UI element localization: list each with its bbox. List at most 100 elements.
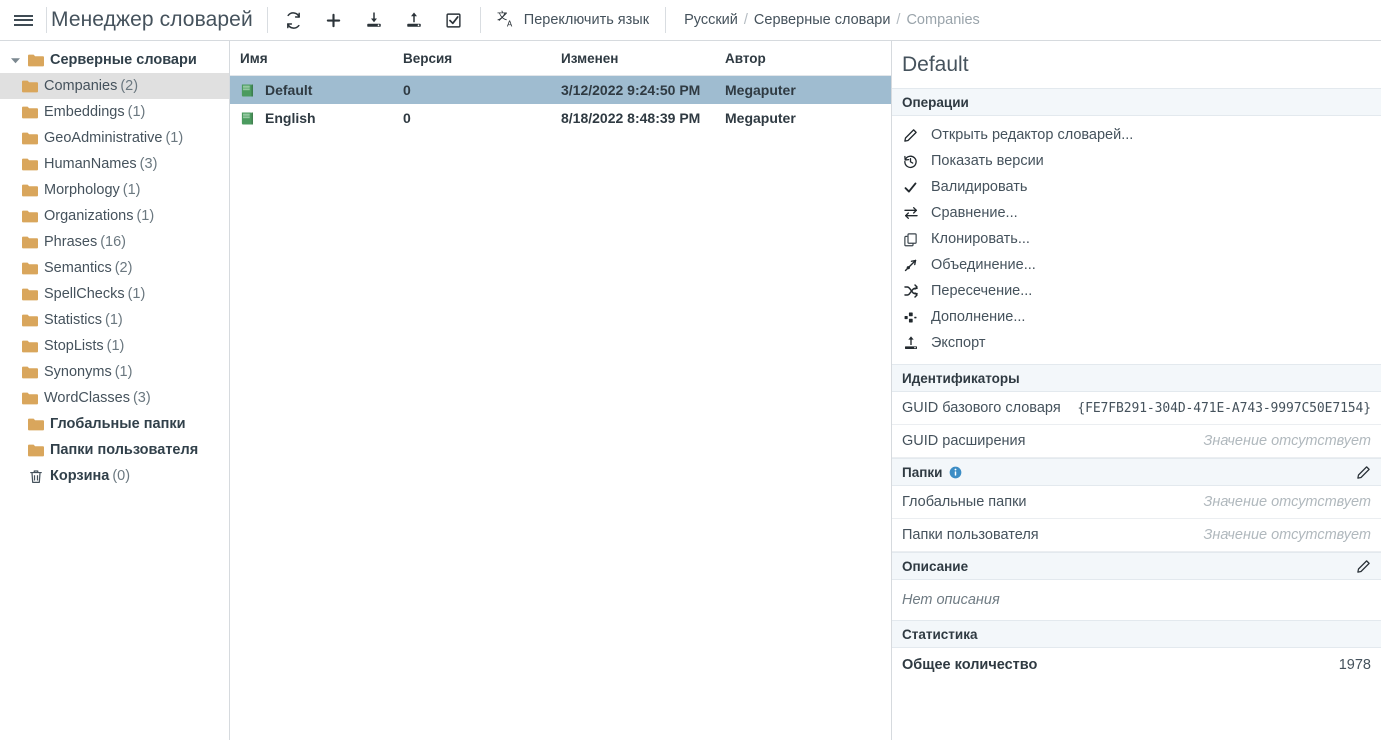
sidebar-item-count: (3) [132,390,151,406]
section-title: Папки [902,464,943,480]
operation-complement[interactable]: Дополнение... [892,304,1381,330]
operation-upload[interactable]: Экспорт [892,330,1381,356]
switch-language-button[interactable]: 文 A Переключить язык [481,3,665,37]
breadcrumb: Русский / Серверные словари / Companies [666,12,980,28]
sidebar-tree: Серверные словари Companies (2) Embeddings… [0,41,230,740]
edit-description-button[interactable] [1356,559,1371,574]
sidebar-item-label: Embeddings [44,104,125,120]
sidebar-item-companies[interactable]: Companies (2) [0,73,229,99]
dictionary-table: Имя Версия Изменен Автор Default 0 3/12/20… [230,41,891,132]
sidebar-item-count: (1) [114,364,133,380]
sidebar-item-label: Semantics [44,260,112,276]
sidebar-item-spellchecks[interactable]: SpellChecks (1) [0,281,229,307]
operation-label: Сравнение... [931,205,1018,221]
chevron-down-icon[interactable] [6,56,24,65]
sidebar-item-folders-1[interactable]: Папки пользователя [0,437,229,463]
book-icon [240,83,255,98]
copy-icon [903,232,918,247]
sidebar-item-label: WordClasses [44,390,130,406]
upload-icon [405,11,423,29]
sidebar-item-recycle-bin[interactable]: Корзина (0) [0,463,229,489]
section-header-folders: Папки [892,458,1381,486]
add-button[interactable] [314,3,354,37]
sidebar-subfolders: Companies (2) Embeddings (1) GeoAdministrati… [0,73,229,411]
table-row[interactable]: Default 0 3/12/2022 9:24:50 PM Megaputer [230,75,891,104]
sidebar-item-geoadministrative[interactable]: GeoAdministrative (1) [0,125,229,151]
folder-icon [22,210,38,223]
field-label: GUID базового словаря [902,400,1061,416]
section-header-description: Описание [892,552,1381,580]
sidebar-item-morphology[interactable]: Morphology (1) [0,177,229,203]
table-row[interactable]: English 0 8/18/2022 8:48:39 PM Megaputer [230,104,891,132]
toolbar-buttons [268,3,480,37]
row-base-dictionary-guid: GUID базового словаря {FE7FB291-304D-471… [892,392,1381,425]
cell-author: Megaputer [725,110,796,126]
sidebar-item-synonyms[interactable]: Synonyms (1) [0,359,229,385]
refresh-button[interactable] [274,3,314,37]
sidebar-item-humannames[interactable]: HumanNames (3) [0,151,229,177]
column-header-modified[interactable]: Изменен [561,41,725,76]
sidebar-item-embeddings[interactable]: Embeddings (1) [0,99,229,125]
sidebar-item-label: Папки пользователя [50,442,199,458]
operation-union[interactable]: Объединение... [892,252,1381,278]
sidebar-item-count: (1) [122,182,141,198]
export-button[interactable] [394,3,434,37]
compare-arrows-icon [903,205,919,221]
sidebar-item-semantics[interactable]: Semantics (2) [0,255,229,281]
switch-language-label: Переключить язык [523,12,650,28]
sidebar-item-label: Корзина [50,468,110,484]
info-icon[interactable] [949,466,962,479]
folder-icon [22,80,38,93]
sidebar-item-count: (1) [136,208,155,224]
operation-compare-arrows[interactable]: Сравнение... [892,200,1381,226]
sidebar-item-label: GeoAdministrative [44,130,163,146]
sidebar-item-folders-0[interactable]: Глобальные папки [0,411,229,437]
sidebar-item-stoplists[interactable]: StopLists (1) [0,333,229,359]
edit-folders-button[interactable] [1356,465,1371,480]
sidebar-item-organizations[interactable]: Organizations (1) [0,203,229,229]
operation-shuffle[interactable]: Пересечение... [892,278,1381,304]
sidebar-item-count: (1) [127,286,146,302]
sidebar-item-count: (2) [114,260,133,276]
hamburger-icon[interactable] [0,0,46,40]
section-title: Идентификаторы [902,370,1020,386]
column-header-version[interactable]: Версия [403,41,561,76]
select-all-button[interactable] [434,3,474,37]
column-header-name[interactable]: Имя [230,41,403,76]
sidebar-item-label: Глобальные папки [50,416,186,432]
operation-label: Экспорт [931,335,986,351]
folder-icon [22,392,38,405]
sidebar-item-label: SpellChecks [44,286,125,302]
breadcrumb-separator: / [896,12,901,28]
svg-text:文: 文 [497,9,507,22]
field-value-empty: Значение отсутствует [1203,433,1371,449]
sidebar-item-server-dictionaries[interactable]: Серверные словари [0,47,229,73]
sidebar-item-phrases[interactable]: Phrases (16) [0,229,229,255]
cell-modified: 3/12/2022 9:24:50 PM [561,75,725,104]
sidebar-item-statistics[interactable]: Statistics (1) [0,307,229,333]
operation-pencil[interactable]: Открыть редактор словарей... [892,122,1381,148]
complement-icon [903,310,918,325]
import-button[interactable] [354,3,394,37]
translate-icon: 文 A [497,9,516,32]
operation-history[interactable]: Показать версии [892,148,1381,174]
union-icon [903,258,918,273]
breadcrumb-item-server-dictionaries[interactable]: Серверные словари [754,12,891,28]
operation-check[interactable]: Валидировать [892,174,1381,200]
breadcrumb-item-language[interactable]: Русский [684,12,738,28]
section-title: Операции [902,94,969,110]
sidebar-item-label: Companies [44,78,118,94]
check-icon [903,180,918,195]
section-header-operations: Операции [892,88,1381,116]
sidebar-item-count: (1) [106,338,125,354]
operation-copy[interactable]: Клонировать... [892,226,1381,252]
column-header-author[interactable]: Автор [725,41,891,76]
sidebar-item-wordclasses[interactable]: WordClasses (3) [0,385,229,411]
folder-icon [22,366,38,379]
sidebar-item-count: (3) [139,156,158,172]
refresh-icon [285,11,302,29]
row-global-folders: Глобальные папки Значение отсутствует [892,486,1381,519]
description-empty-text: Нет описания [902,592,1000,608]
upload-icon [903,335,919,351]
field-label: GUID расширения [902,433,1026,449]
